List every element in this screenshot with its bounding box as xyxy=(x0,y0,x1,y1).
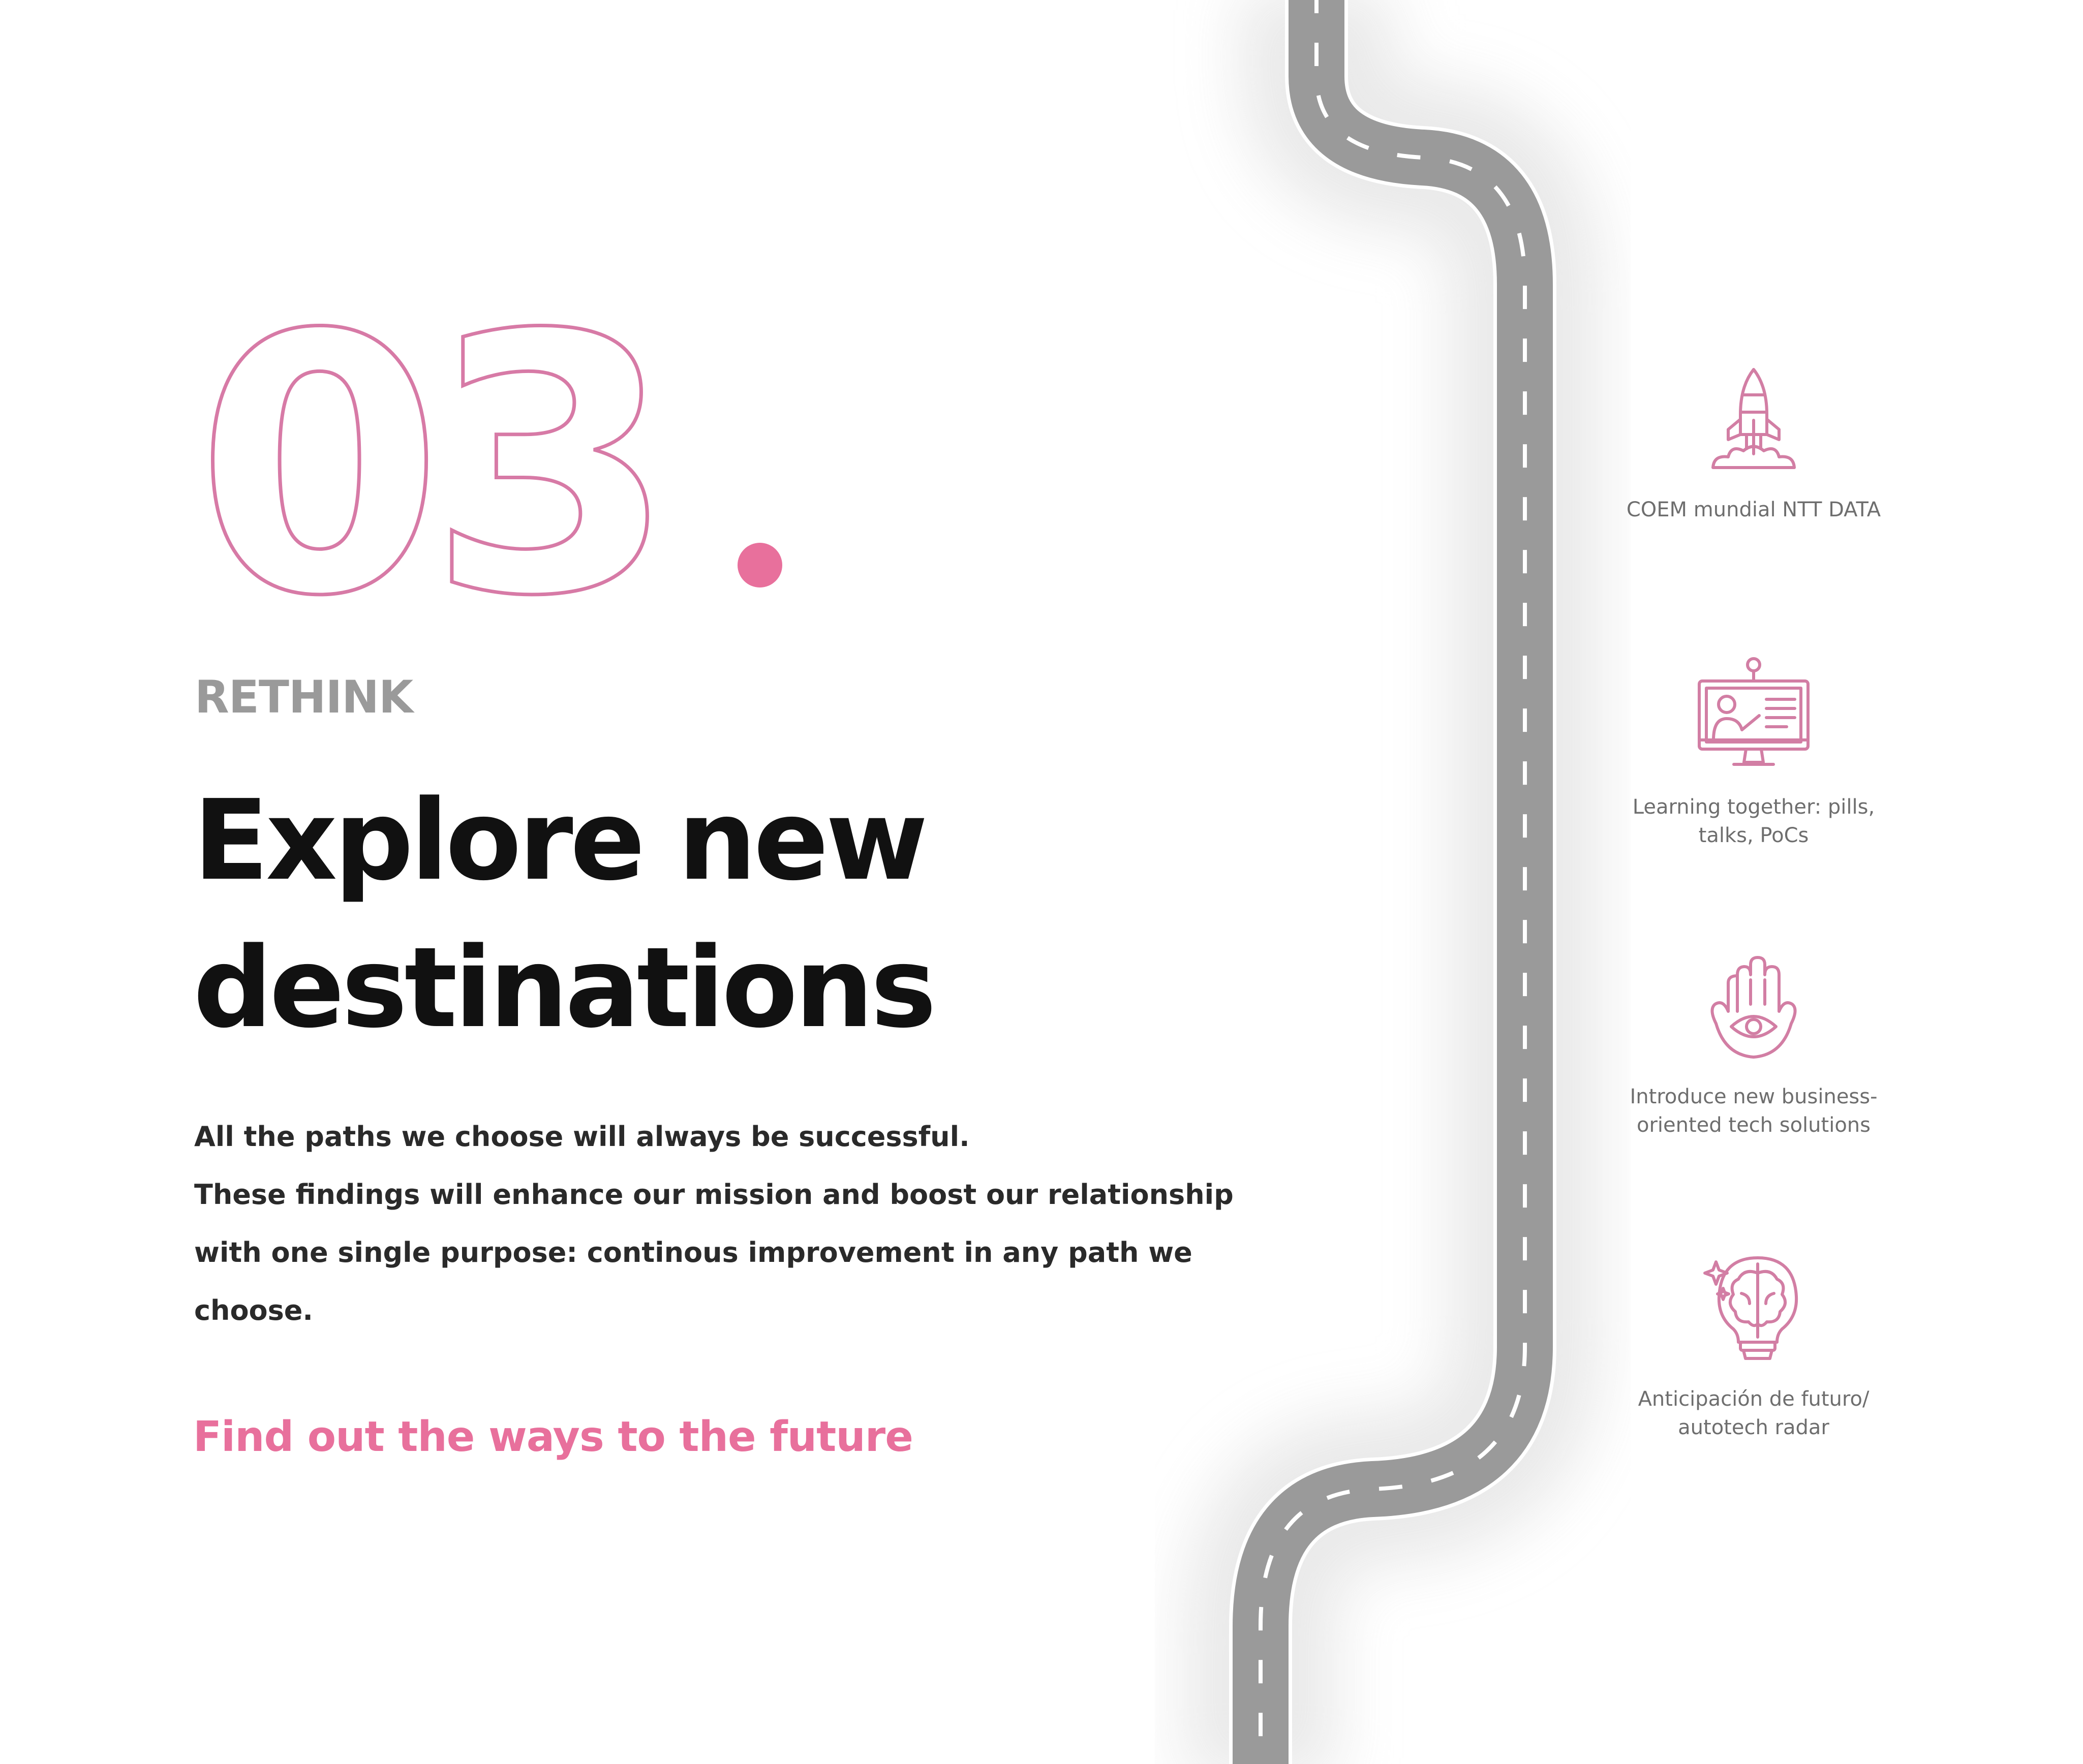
hamsa-hand-eye-icon xyxy=(1710,956,1797,1059)
section-number-digits: 03 xyxy=(196,285,660,620)
body-line: choose. xyxy=(194,1294,313,1326)
feature-item-learning: Learning together: pills, talks, PoCs xyxy=(1591,656,1916,850)
rocket-icon xyxy=(1711,368,1796,469)
feature-item-business: Introduce new business- oriented tech so… xyxy=(1591,955,1916,1139)
headline-line: destinations xyxy=(193,924,937,1053)
body-line: with one single purpose: continous impro… xyxy=(194,1236,1192,1268)
feature-label: Introduce new business- oriented tech so… xyxy=(1630,1085,1878,1137)
body-line: These findings will enhance our mission … xyxy=(194,1179,1234,1211)
feature-label: COEM mundial NTT DATA xyxy=(1626,498,1881,521)
cta-link-future[interactable]: Find out the ways to the future xyxy=(193,1413,913,1461)
section-kicker: RETHINK xyxy=(195,671,413,723)
body-line: All the paths we choose will always be s… xyxy=(194,1121,970,1153)
feature-label: Anticipación de futuro/ autotech radar xyxy=(1638,1387,1870,1439)
section-number-dot xyxy=(738,543,782,587)
feature-item-anticipacion: Anticipación de futuro/ autotech radar xyxy=(1591,1253,1916,1442)
page-headline: Explore new destinations xyxy=(193,767,1210,1062)
presentation-monitor-icon xyxy=(1698,657,1810,766)
body-paragraph: All the paths we choose will always be s… xyxy=(194,1108,1312,1340)
brain-lightbulb-icon xyxy=(1703,1256,1798,1360)
section-number: 03 xyxy=(196,285,782,620)
feature-item-coem: COEM mundial NTT DATA xyxy=(1591,363,1916,524)
feature-label: Learning together: pills, talks, PoCs xyxy=(1632,795,1875,847)
headline-line: Explore new xyxy=(193,777,928,905)
